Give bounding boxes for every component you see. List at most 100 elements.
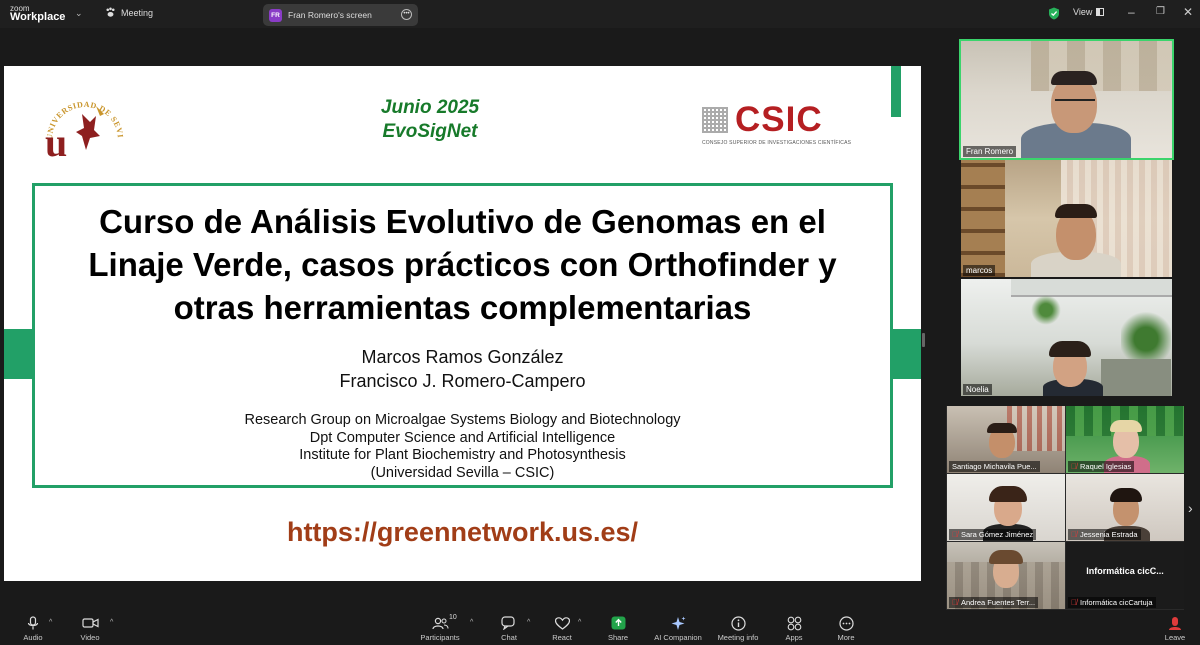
- tab-shared-screen[interactable]: FR Fran Romero's screen •••: [263, 4, 418, 26]
- gallery-next-page-icon[interactable]: ›: [1188, 500, 1193, 516]
- chevron-up-icon[interactable]: ^: [49, 619, 52, 626]
- apps-button[interactable]: Apps: [766, 614, 822, 642]
- participant-hair: [989, 486, 1027, 502]
- video-tile-marcos[interactable]: marcos: [961, 160, 1172, 277]
- react-label: React: [552, 633, 572, 642]
- participant-hair: [1110, 420, 1142, 432]
- participant-name: Noelia: [966, 385, 989, 394]
- shield-check-icon[interactable]: [1048, 7, 1060, 20]
- brand-line2: Workplace: [10, 11, 66, 23]
- video-tile[interactable]: 🎙̸ Andrea Fuentes Terr...: [947, 542, 1065, 609]
- tab-meeting[interactable]: Meeting: [105, 7, 153, 18]
- participant-name: Fran Romero: [966, 147, 1014, 156]
- video-label: Video: [80, 633, 100, 642]
- author-name: Francisco J. Romero-Campero: [339, 371, 586, 391]
- participant-name-label: 🎙̸ Andrea Fuentes Terr...: [949, 597, 1039, 608]
- microphone-icon: [27, 615, 39, 629]
- participant-name: Informática cicCartuja: [1080, 598, 1153, 607]
- svg-text:u: u: [45, 120, 67, 162]
- view-layout-icon: [1096, 8, 1105, 16]
- slide-title-line: Curso de Análisis Evolutivo de Genomas e…: [99, 203, 826, 240]
- chevron-up-icon[interactable]: ^: [578, 619, 581, 626]
- paw-icon: [106, 7, 115, 17]
- participant-name-label: Fran Romero: [963, 146, 1017, 157]
- participant-video-off-name: Informática cicC...: [1086, 566, 1164, 576]
- affiliation-line: Dpt Computer Science and Artificial Inte…: [309, 429, 616, 446]
- react-button[interactable]: React: [534, 614, 590, 642]
- mic-muted-icon: 🎙̸: [952, 530, 958, 539]
- leave-button[interactable]: Leave: [1147, 614, 1200, 642]
- share-button[interactable]: Share: [590, 614, 646, 642]
- tab-shared-screen-label: Fran Romero's screen: [288, 10, 372, 20]
- presenter-avatar-badge: FR: [269, 8, 282, 22]
- chat-label: Chat: [501, 633, 517, 642]
- slide-title-line: Linaje Verde, casos prácticos con Orthof…: [88, 246, 837, 283]
- video-tile-noelia[interactable]: Noelia: [961, 279, 1172, 396]
- zoom-brand[interactable]: zoom Workplace: [10, 4, 66, 23]
- apps-label: Apps: [785, 633, 803, 642]
- participants-icon: [431, 617, 448, 629]
- slide-green-band-left: [4, 329, 34, 379]
- close-icon[interactable]: ✕: [1183, 5, 1193, 19]
- participant-name-label: Noelia: [963, 384, 992, 395]
- slide-affiliations: Research Group on Microalgae Systems Bio…: [35, 412, 890, 482]
- sparkle-icon: [671, 616, 685, 630]
- video-tile[interactable]: 🎙̸ Jessenia Estrada: [1066, 474, 1184, 541]
- video-background: [961, 160, 1005, 277]
- minimize-icon[interactable]: –: [1128, 5, 1135, 19]
- participants-button[interactable]: Participants: [412, 614, 468, 642]
- slide-authors: Marcos Ramos González Francisco J. Romer…: [35, 345, 890, 393]
- chevron-up-icon[interactable]: ^: [110, 619, 113, 626]
- participant-hair: [989, 550, 1023, 564]
- tab-meeting-label: Meeting: [121, 7, 154, 18]
- video-tile[interactable]: 🎙̸ Sara Gómez Jiménez: [947, 474, 1065, 541]
- meeting-toolbar: Audio ^ Video ^ Participants 10 ^ Chat ^…: [0, 612, 1200, 645]
- universidad-sevilla-logo: UNIVERSIDAD DE SEVILLA u: [38, 86, 124, 162]
- slide-date: Junio 2025: [380, 97, 480, 118]
- chevron-up-icon[interactable]: ^: [470, 619, 473, 626]
- affiliation-line: (Universidad Sevilla – CSIC): [370, 464, 555, 481]
- leave-icon: [1169, 616, 1181, 630]
- participant-name: Andrea Fuentes Terr...: [961, 598, 1036, 607]
- participant-name: Raquel Iglesias: [1080, 462, 1132, 471]
- mic-muted-icon: 🎙̸: [1071, 598, 1077, 607]
- title-bar: zoom Workplace ⌄ Meeting FR Fran Romero'…: [0, 0, 1200, 28]
- participant-name: marcos: [966, 266, 993, 275]
- more-label: More: [837, 633, 855, 642]
- participant-hair: [1051, 71, 1097, 85]
- csic-wordmark: CSIC: [735, 100, 823, 139]
- meeting-info-label: Meeting info: [717, 633, 759, 642]
- video-camera-icon: [81, 618, 99, 628]
- slide-date-block: Junio 2025 EvoSigNet: [354, 96, 506, 144]
- video-background: [1101, 359, 1171, 396]
- participant-name-label: Santiago Michavila Pue...: [949, 461, 1040, 472]
- affiliation-line: Institute for Plant Biochemistry and Pho…: [299, 447, 626, 463]
- slide-title: Curso de Análisis Evolutivo de Genomas e…: [41, 200, 884, 329]
- share-label: Share: [607, 633, 628, 642]
- author-name: Marcos Ramos González: [361, 347, 564, 367]
- participant-hair: [1110, 488, 1142, 502]
- participant-name: Santiago Michavila Pue...: [952, 462, 1037, 471]
- info-icon: [730, 615, 746, 631]
- more-button[interactable]: More: [818, 614, 874, 642]
- video-tile[interactable]: 🎙̸ Raquel Iglesias: [1066, 406, 1184, 473]
- meeting-info-button[interactable]: Meeting info: [710, 614, 766, 642]
- more-options-icon[interactable]: •••: [401, 9, 412, 20]
- video-tile[interactable]: Informática cicC... 🎙̸ Informática cicCar…: [1066, 542, 1184, 609]
- slide-title-line: otras herramientas complementarias: [173, 289, 752, 326]
- chevron-up-icon[interactable]: ^: [527, 619, 530, 626]
- ai-companion-button[interactable]: AI Companion: [648, 614, 708, 642]
- view-button[interactable]: View: [1073, 7, 1105, 17]
- csic-subtitle: CONSEJO SUPERIOR DE INVESTIGACIONES CIEN…: [702, 140, 852, 146]
- affiliation-line: Research Group on Microalgae Systems Bio…: [244, 412, 681, 428]
- restore-icon[interactable]: ❐: [1156, 6, 1165, 17]
- panel-resize-handle[interactable]: [922, 333, 925, 347]
- view-label: View: [1073, 7, 1093, 17]
- chevron-down-icon[interactable]: ⌄: [75, 8, 83, 19]
- slide-url: https://greennetwork.us.es/: [286, 517, 639, 547]
- video-tile-fran-romero[interactable]: Fran Romero: [959, 39, 1174, 160]
- chat-icon: [501, 616, 515, 630]
- apps-icon: [787, 616, 801, 630]
- video-tile[interactable]: Santiago Michavila Pue...: [947, 406, 1065, 473]
- audio-button[interactable]: Audio: [5, 614, 61, 642]
